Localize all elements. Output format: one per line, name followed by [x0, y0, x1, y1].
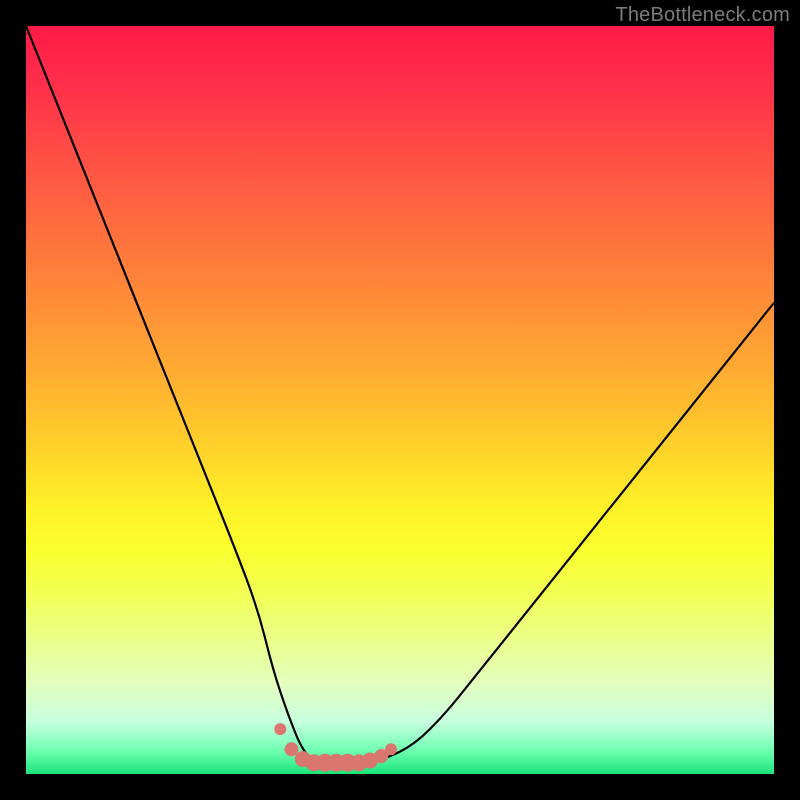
- valley-dot: [285, 742, 299, 756]
- valley-dots: [274, 723, 397, 772]
- valley-dot: [274, 723, 286, 735]
- valley-dot: [316, 754, 334, 772]
- valley-dot: [295, 751, 311, 767]
- valley-dot: [350, 754, 367, 771]
- chart-frame: TheBottleneck.com: [0, 0, 800, 800]
- valley-dot: [385, 743, 397, 755]
- watermark-text: TheBottleneck.com: [615, 4, 790, 27]
- plot-area: [26, 26, 774, 774]
- curve-svg: [26, 26, 774, 774]
- valley-dot: [327, 754, 345, 772]
- valley-dot: [362, 753, 378, 769]
- bottleneck-curve: [26, 26, 774, 763]
- valley-dot: [339, 754, 357, 772]
- valley-dot: [374, 749, 388, 763]
- valley-dot: [306, 754, 323, 771]
